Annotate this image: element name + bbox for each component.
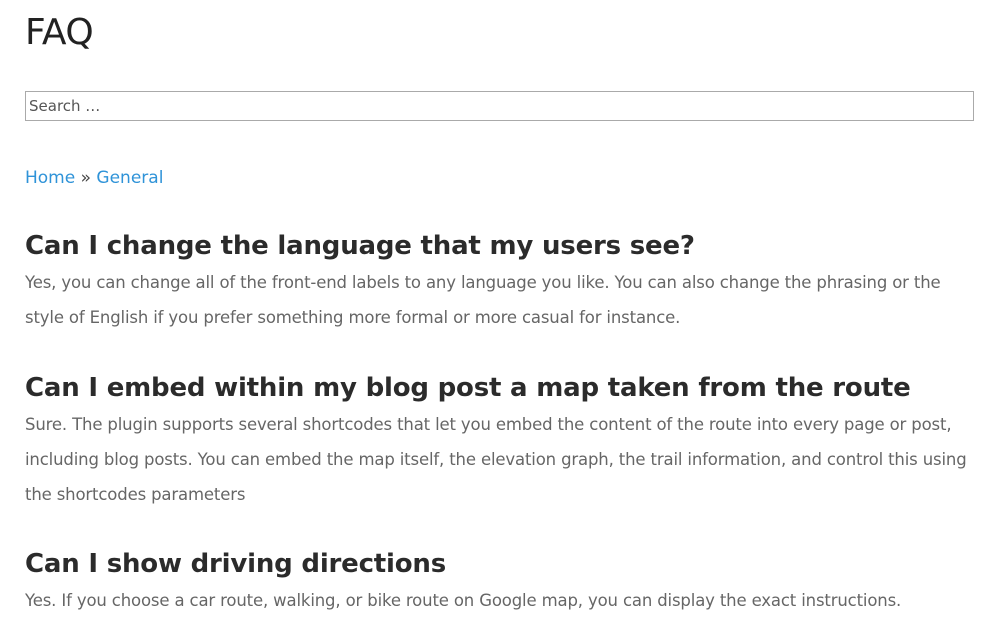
faq-item: Can I embed within my blog post a map ta… [25, 371, 975, 512]
breadcrumb: Home » General [25, 166, 163, 190]
faq-question: Can I embed within my blog post a map ta… [25, 373, 911, 403]
page-title: FAQ [25, 12, 94, 53]
faq-answer: Yes. If you choose a car route, walking,… [25, 591, 902, 610]
breadcrumb-separator: » [80, 168, 97, 188]
faq-question: Can I change the language that my users … [25, 231, 695, 261]
breadcrumb-current-link[interactable]: General [96, 168, 163, 188]
faq-item: Can I show driving directions Yes. If yo… [25, 547, 975, 618]
faq-answer: Sure. The plugin supports several shortc… [25, 415, 967, 504]
faq-question: Can I show driving directions [25, 549, 446, 579]
search-input[interactable] [25, 91, 974, 121]
faq-answer: Yes, you can change all of the front-end… [25, 273, 941, 327]
faq-item: Can I change the language that my users … [25, 229, 975, 335]
breadcrumb-home-link[interactable]: Home [25, 168, 75, 188]
